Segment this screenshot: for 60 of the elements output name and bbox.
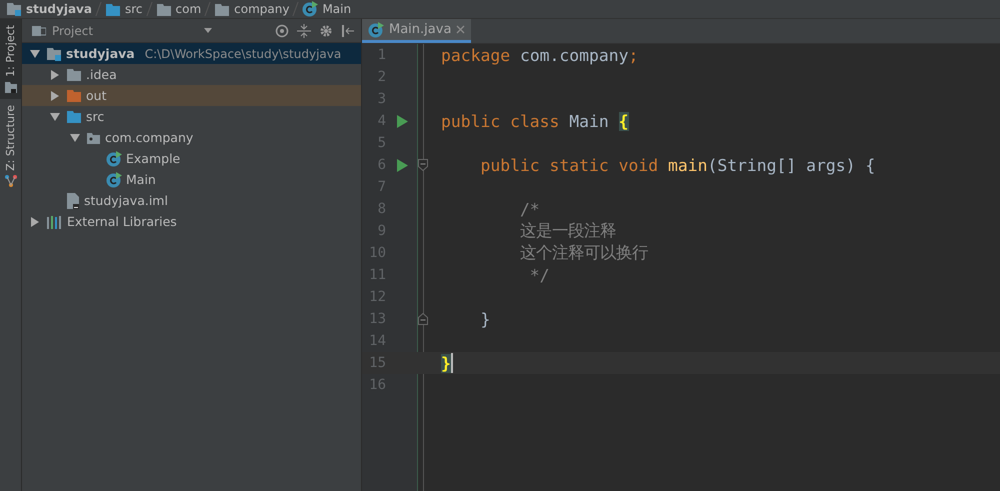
folder-icon [104, 2, 121, 16]
folder-icon [156, 2, 172, 16]
code-line: package com.company; [441, 46, 638, 64]
run-icon[interactable] [396, 114, 408, 128]
breadcrumb-item[interactable]: com [150, 0, 208, 18]
tree-item[interactable]: src [22, 106, 361, 127]
code-comment: 这个注释可以换行 [518, 242, 648, 264]
tree-item[interactable]: out [22, 85, 361, 106]
fold-icon[interactable] [418, 159, 428, 171]
code-comment: 这是一段注释 [518, 220, 616, 242]
collapse-icon[interactable] [297, 24, 311, 38]
tree-item[interactable]: com.company [22, 127, 361, 148]
code-line: } [479, 310, 490, 328]
tree-item[interactable]: studyjava C:\D\WorkSpace\study\studyjava [22, 43, 361, 64]
expand-arrow-icon [50, 112, 60, 122]
folder-icon [4, 80, 16, 93]
folder-icon [214, 2, 230, 16]
expand-arrow-icon [70, 132, 80, 142]
code-line: public class Main { [441, 112, 629, 130]
hide-icon[interactable] [341, 24, 355, 38]
target-icon[interactable] [275, 24, 289, 38]
module-folder-icon [46, 46, 62, 60]
module-folder-icon [6, 2, 22, 16]
tree-item[interactable]: Example [22, 148, 361, 169]
caret-icon [204, 28, 212, 33]
collapse-arrow-icon [50, 70, 60, 80]
class-icon [302, 1, 318, 17]
package-icon [86, 132, 101, 144]
settings-icon[interactable] [319, 24, 333, 38]
class-icon [106, 150, 122, 166]
code-line: public static void main(String[] args) { [479, 156, 876, 174]
tree-item[interactable]: .idea [22, 64, 361, 85]
libraries-icon [46, 214, 63, 228]
tree-item[interactable]: External Libraries [22, 211, 361, 232]
breadcrumb-item[interactable]: src [98, 0, 148, 18]
tool-window-tab[interactable]: 1: Project [0, 19, 21, 99]
breadcrumb-item[interactable]: studyjava [0, 0, 98, 18]
file-tab[interactable]: Main.java [362, 19, 472, 43]
tool-window-tab[interactable]: Z: Structure [0, 98, 21, 193]
tree-item[interactable]: Main [22, 169, 361, 190]
close-icon[interactable] [456, 25, 466, 34]
code-comment: */ [528, 266, 550, 284]
folder-icon [66, 110, 82, 123]
code-comment: /* [518, 200, 540, 218]
folder-icon [66, 89, 82, 102]
panel-title-dropdown[interactable]: Project [32, 24, 212, 38]
breadcrumb-item[interactable]: Main [296, 0, 358, 18]
folder-icon [66, 68, 82, 81]
tree-item[interactable]: studyjava.iml [22, 190, 361, 211]
file-icon [66, 192, 80, 208]
class-icon [368, 22, 384, 38]
fold-icon[interactable] [418, 313, 428, 325]
collapse-arrow-icon [50, 90, 60, 100]
collapse-arrow-icon [30, 216, 40, 226]
breadcrumb-item[interactable]: company [208, 0, 296, 18]
run-icon[interactable] [396, 158, 408, 172]
panel-icon [32, 24, 46, 36]
structure-icon [4, 174, 16, 187]
expand-arrow-icon [30, 48, 40, 58]
class-icon [106, 172, 122, 188]
